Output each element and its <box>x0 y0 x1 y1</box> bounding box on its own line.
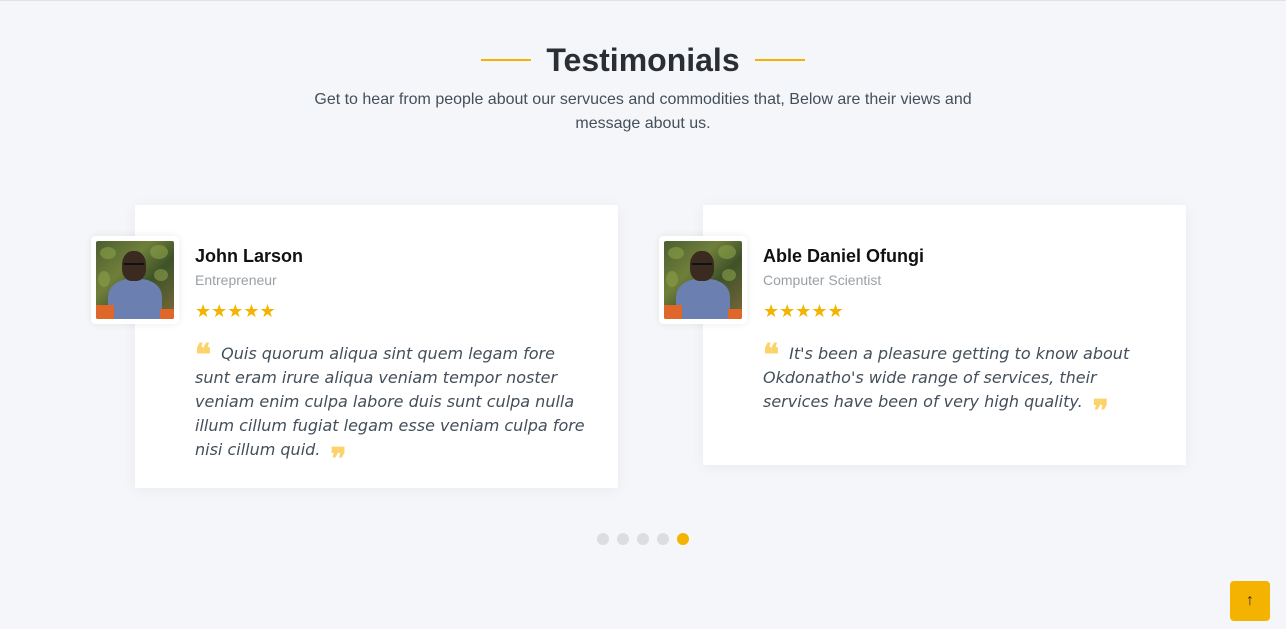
arrow-up-icon: ↑ <box>1246 592 1254 609</box>
testimonial-name: Able Daniel Ofungi <box>763 246 925 266</box>
testimonial-photo <box>96 241 174 319</box>
back-to-top-button[interactable]: ↑ <box>1230 581 1270 621</box>
testimonial-card <box>703 205 1186 465</box>
carousel-pagination <box>0 533 1286 545</box>
quote-close-icon: ❞ <box>330 442 347 477</box>
avatar <box>91 236 179 324</box>
testimonial-name: John Larson <box>195 246 304 266</box>
title-decoration-right <box>754 59 805 61</box>
testimonial-photo <box>664 241 742 319</box>
quote-close-icon: ❞ <box>1092 394 1109 429</box>
pagination-dot[interactable] <box>617 533 629 545</box>
quote-open-icon: ❝ <box>763 338 780 373</box>
pagination-dot[interactable] <box>657 533 669 545</box>
testimonial-quote-text: It's been a pleasure getting to know abo… <box>763 344 1130 411</box>
rating-stars: ★★★★★ <box>763 301 844 321</box>
title-decoration-left <box>481 59 532 61</box>
pagination-dot-active[interactable] <box>677 533 689 545</box>
pagination-dot[interactable] <box>597 533 609 545</box>
quote-open-icon: ❝ <box>195 338 212 373</box>
testimonial-quote: ❝ It's been a pleasure getting to know ab… <box>763 338 1158 429</box>
testimonial-role: Entrepreneur <box>195 272 277 288</box>
section-title: Testimonials <box>546 42 740 78</box>
rating-stars: ★★★★★ <box>195 301 276 321</box>
pagination-dot[interactable] <box>637 533 649 545</box>
section-subtitle: Get to hear from people about our servuc… <box>314 91 972 132</box>
section-header: Testimonials <box>0 40 1286 80</box>
testimonial-quote-text: Quis quorum aliqua sint quem legam fore … <box>195 344 585 459</box>
section-divider <box>0 0 1286 1</box>
testimonial-quote: ❝ Quis quorum aliqua sint quem legam fore… <box>195 338 590 477</box>
testimonial-role: Computer Scientist <box>763 272 882 288</box>
avatar <box>659 236 747 324</box>
